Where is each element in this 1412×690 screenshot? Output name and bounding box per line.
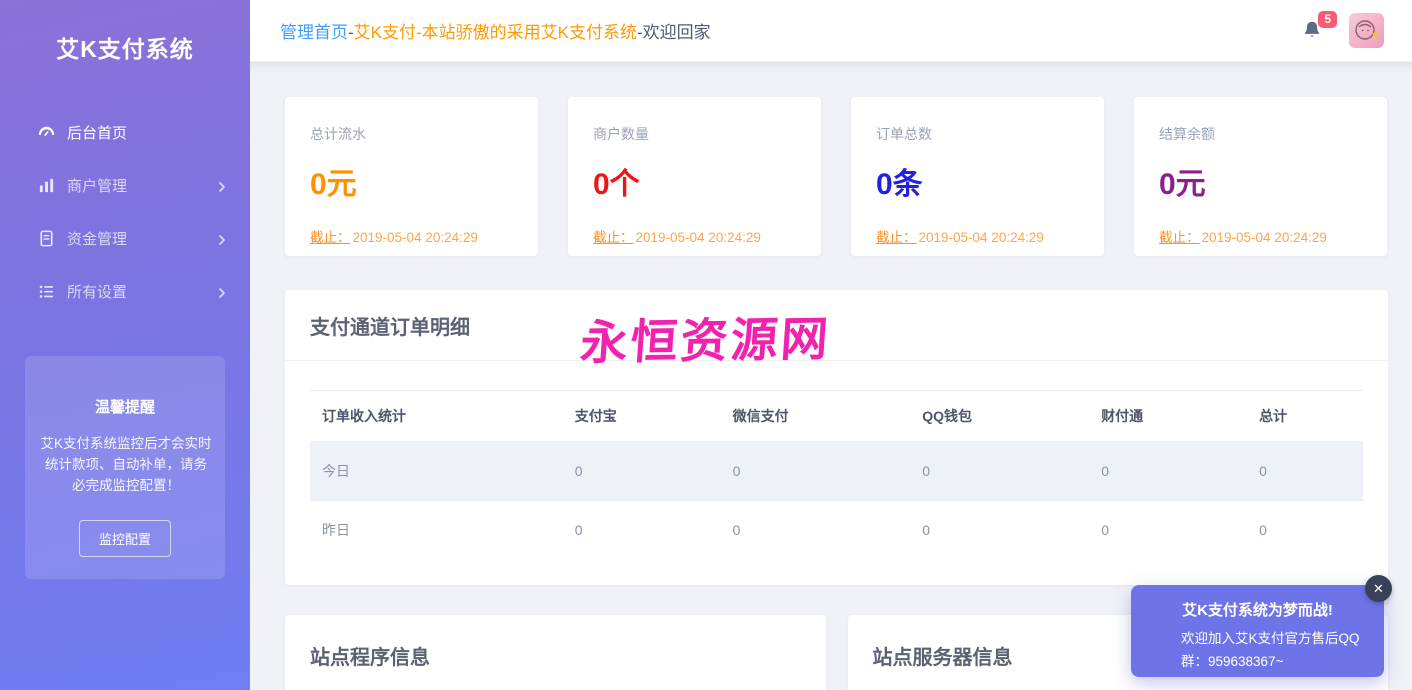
stat-card-order-total: 订单总数 0条 截止：2019-05-04 20:24:29 xyxy=(851,97,1104,256)
sidebar-item-label: 资金管理 xyxy=(67,228,216,249)
cell: 0 xyxy=(563,442,721,501)
col-header: 支付宝 xyxy=(563,391,721,442)
table-row-today: 今日 0 0 0 0 0 xyxy=(310,442,1363,501)
stat-card-merchant-count: 商户数量 0个 截止：2019-05-04 20:24:29 xyxy=(568,97,821,256)
sidebar-item-settings[interactable]: 所有设置 xyxy=(0,265,250,318)
notification-badge: 5 xyxy=(1318,11,1337,28)
site-program-header: 站点程序信息 xyxy=(285,615,826,690)
cell: 0 xyxy=(1247,501,1363,560)
stat-value: 0元 xyxy=(310,159,513,203)
sidebar-item-label: 商户管理 xyxy=(67,175,216,196)
col-header: 微信支付 xyxy=(721,391,911,442)
sidebar-item-label: 后台首页 xyxy=(67,122,228,143)
deadline-label: 截止： xyxy=(310,230,351,245)
chevron-right-icon xyxy=(216,233,228,245)
dashboard-icon xyxy=(37,123,56,142)
stat-value: 0条 xyxy=(876,159,1079,203)
payments-panel-title: 支付通道订单明细 xyxy=(310,317,470,339)
payments-table: 订单收入统计 支付宝 微信支付 QQ钱包 财付通 总计 今日 0 0 0 0 xyxy=(310,390,1363,559)
close-icon[interactable]: ✕ xyxy=(1365,575,1392,602)
notifications-button[interactable]: 5 xyxy=(1301,18,1323,44)
list-icon xyxy=(37,282,56,301)
toast-title: 艾K支付系统为梦而战! xyxy=(1131,585,1384,620)
cell: 0 xyxy=(1247,442,1363,501)
breadcrumb: 管理首页-艾K支付-本站骄傲的采用艾K支付系统-欢迎回家 xyxy=(280,18,1301,43)
topbar: 管理首页-艾K支付-本站骄傲的采用艾K支付系统-欢迎回家 5 xyxy=(250,0,1412,62)
col-header: 财付通 xyxy=(1089,391,1247,442)
sidebar-item-label: 所有设置 xyxy=(67,281,216,302)
bar-chart-icon xyxy=(37,176,56,195)
deadline-label: 截止： xyxy=(1159,230,1200,245)
stat-value: 0个 xyxy=(593,159,796,203)
col-header: 订单收入统计 xyxy=(310,391,563,442)
stat-value: 0元 xyxy=(1159,159,1362,203)
col-header: QQ钱包 xyxy=(910,391,1089,442)
row-label: 昨日 xyxy=(310,501,563,560)
payments-panel-header: 支付通道订单明细 xyxy=(285,290,1388,361)
site-program-panel: 站点程序信息 xyxy=(285,615,826,690)
table-header-row: 订单收入统计 支付宝 微信支付 QQ钱包 财付通 总计 xyxy=(310,391,1363,442)
cell: 0 xyxy=(910,501,1089,560)
cell: 0 xyxy=(721,501,911,560)
payments-panel: 永恒资源网 支付通道订单明细 订单收入统计 支付宝 微信支付 QQ钱包 财付通 … xyxy=(285,290,1388,585)
breadcrumb-site-slogan: 艾K支付-本站骄傲的采用艾K支付系统 xyxy=(354,23,637,42)
stat-deadline: 截止：2019-05-04 20:24:29 xyxy=(876,226,1079,246)
stat-label: 商户数量 xyxy=(593,124,796,144)
sidebar-item-merchants[interactable]: 商户管理 xyxy=(0,159,250,212)
table-row-yesterday: 昨日 0 0 0 0 0 xyxy=(310,501,1363,560)
breadcrumb-welcome: -欢迎回家 xyxy=(637,23,711,42)
monitor-config-button[interactable]: 监控配置 xyxy=(79,520,171,557)
cell: 0 xyxy=(910,442,1089,501)
toast-body: 欢迎加入艾K支付官方售后QQ群：959638367~ xyxy=(1181,627,1372,673)
sidebar-item-dashboard[interactable]: 后台首页 xyxy=(0,106,250,159)
document-icon xyxy=(37,229,56,248)
topbar-right: 5 xyxy=(1301,13,1384,48)
deadline-label: 截止： xyxy=(876,230,917,245)
cell: 0 xyxy=(1089,442,1247,501)
stat-card-total-flow: 总计流水 0元 截止：2019-05-04 20:24:29 xyxy=(285,97,538,256)
reminder-box: 温馨提醒 艾K支付系统监控后才会实时统计款项、自动补单，请务必完成监控配置！ 监… xyxy=(25,356,225,579)
deadline-value: 2019-05-04 20:24:29 xyxy=(1202,230,1327,245)
stat-cards: 总计流水 0元 截止：2019-05-04 20:24:29 商户数量 0个 截… xyxy=(285,97,1388,256)
col-header: 总计 xyxy=(1247,391,1363,442)
deadline-value: 2019-05-04 20:24:29 xyxy=(636,230,761,245)
stat-card-settle-balance: 结算余额 0元 截止：2019-05-04 20:24:29 xyxy=(1134,97,1387,256)
deadline-value: 2019-05-04 20:24:29 xyxy=(919,230,1044,245)
site-program-title: 站点程序信息 xyxy=(310,647,430,669)
stat-deadline: 截止：2019-05-04 20:24:29 xyxy=(1159,226,1362,246)
stat-label: 订单总数 xyxy=(876,124,1079,144)
cell: 0 xyxy=(1089,501,1247,560)
sidebar-item-funds[interactable]: 资金管理 xyxy=(0,212,250,265)
chevron-right-icon xyxy=(216,180,228,192)
reminder-title: 温馨提醒 xyxy=(40,396,210,417)
stat-deadline: 截止：2019-05-04 20:24:29 xyxy=(310,226,513,246)
stat-label: 结算余额 xyxy=(1159,124,1362,144)
site-server-title: 站点服务器信息 xyxy=(873,647,1013,669)
reminder-body: 艾K支付系统监控后才会实时统计款项、自动补单，请务必完成监控配置！ xyxy=(40,433,212,496)
breadcrumb-home-link[interactable]: 管理首页 xyxy=(280,23,348,42)
row-label: 今日 xyxy=(310,442,563,501)
app-title: 艾K支付系统 xyxy=(0,0,250,64)
deadline-value: 2019-05-04 20:24:29 xyxy=(353,230,478,245)
stat-deadline: 截止：2019-05-04 20:24:29 xyxy=(593,226,796,246)
user-avatar[interactable] xyxy=(1349,13,1384,48)
stat-label: 总计流水 xyxy=(310,124,513,144)
sidebar: 艾K支付系统 后台首页 商户管理 资金管理 xyxy=(0,0,250,690)
cell: 0 xyxy=(563,501,721,560)
deadline-label: 截止： xyxy=(593,230,634,245)
sidebar-menu: 后台首页 商户管理 资金管理 所有设置 xyxy=(0,106,250,318)
cell: 0 xyxy=(721,442,911,501)
promo-toast: ✕ 艾K支付系统为梦而战! 欢迎加入艾K支付官方售后QQ群：959638367~ xyxy=(1131,585,1384,677)
chevron-right-icon xyxy=(216,286,228,298)
